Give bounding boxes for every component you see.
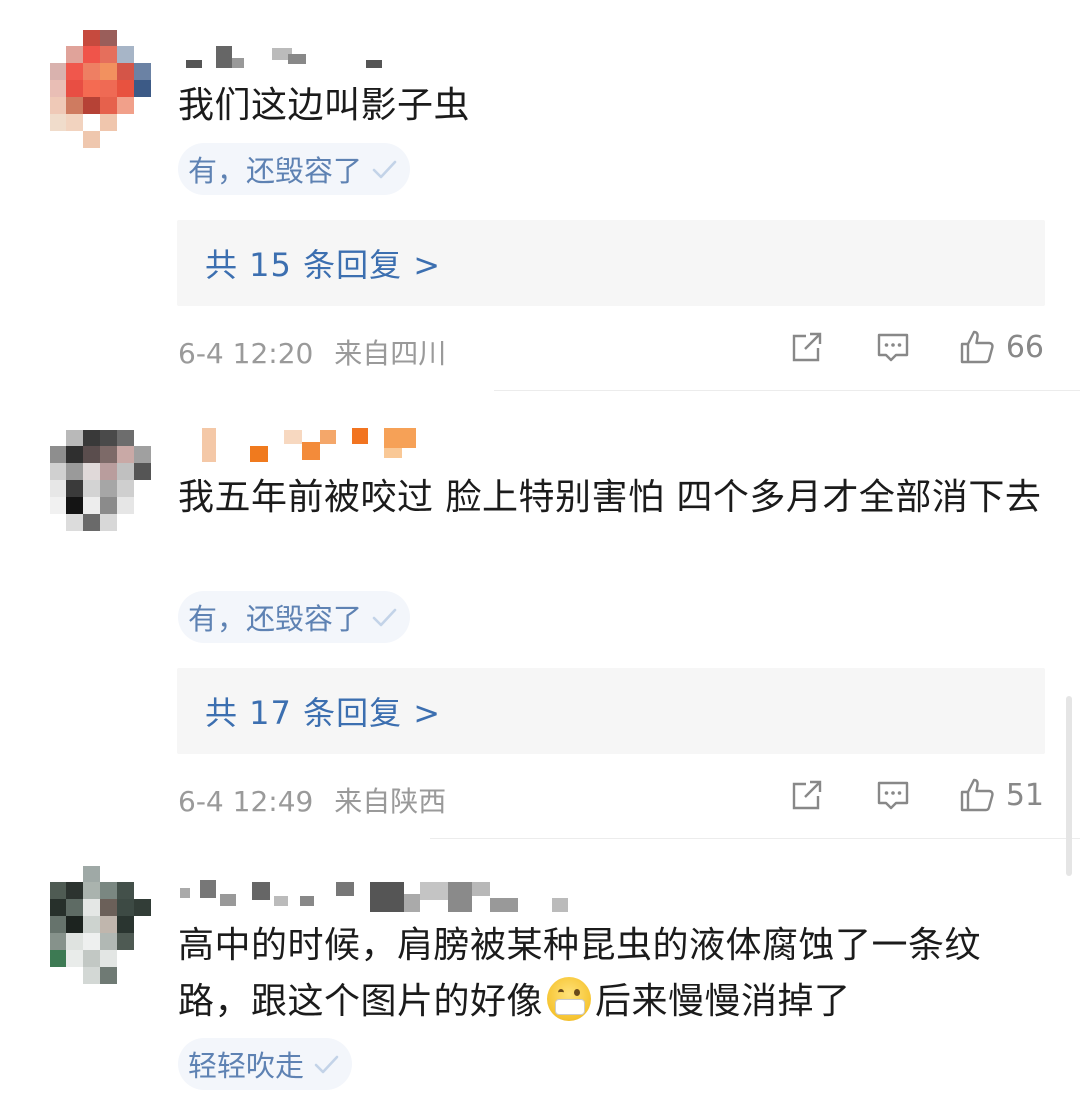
like-count: 66: [1005, 329, 1044, 365]
view-replies-button[interactable]: 共 15 条回复 >: [177, 220, 1045, 306]
like-count: 51: [1005, 777, 1044, 813]
comment-time: 6-4 12:49: [178, 785, 314, 818]
comment-actions: 51: [788, 776, 1044, 814]
username-redacted[interactable]: [180, 428, 560, 462]
thumbs-up-icon[interactable]: [958, 328, 996, 366]
comment-icon[interactable]: [874, 776, 912, 814]
divider: [430, 838, 1080, 839]
comment-tag[interactable]: 有，还毁容了: [178, 591, 411, 643]
comment-actions: 66: [788, 328, 1044, 366]
comment-text: 高中的时候，肩膀被某种昆虫的液体腐蚀了一条纹路，跟这个图片的好像 后来慢慢消掉了: [178, 918, 1046, 1030]
tag-label: 轻轻吹走: [188, 1049, 305, 1083]
comment-tag[interactable]: 轻轻吹走: [178, 1038, 353, 1090]
tag-label: 有，还毁容了: [188, 154, 363, 188]
avatar[interactable]: [50, 866, 151, 984]
tag-label: 有，还毁容了: [188, 602, 363, 636]
username-redacted[interactable]: [180, 42, 560, 68]
comment-text: 我五年前被咬过 脸上特别害怕 四个多月才全部消下去: [178, 477, 1042, 518]
comment-location: 来自陕西: [334, 785, 447, 818]
comment-time: 6-4 12:20: [178, 337, 314, 370]
thumbs-up-icon[interactable]: [958, 776, 996, 814]
scrollbar[interactable]: [1066, 696, 1072, 876]
avatar[interactable]: [50, 430, 151, 531]
comment-meta: 6-4 12:20 来自四川: [178, 332, 446, 372]
comment-icon[interactable]: [874, 328, 912, 366]
face-with-mask-emoji: [547, 977, 592, 1021]
divider: [494, 390, 1080, 391]
avatar[interactable]: [50, 30, 151, 148]
checkmark-icon: [372, 608, 397, 627]
comment-text-part: 后来慢慢消掉了: [595, 981, 851, 1022]
checkmark-icon: [372, 160, 397, 179]
username-redacted[interactable]: [180, 880, 580, 912]
view-replies-button[interactable]: 共 17 条回复 >: [177, 668, 1045, 754]
share-icon[interactable]: [788, 328, 826, 366]
comment-text: 我们这边叫影子虫: [178, 85, 471, 126]
comment-tag[interactable]: 有，还毁容了: [178, 143, 411, 195]
share-icon[interactable]: [788, 776, 826, 814]
comment-meta: 6-4 12:49 来自陕西: [178, 780, 446, 820]
checkmark-icon: [314, 1055, 339, 1074]
comment-location: 来自四川: [334, 337, 447, 370]
